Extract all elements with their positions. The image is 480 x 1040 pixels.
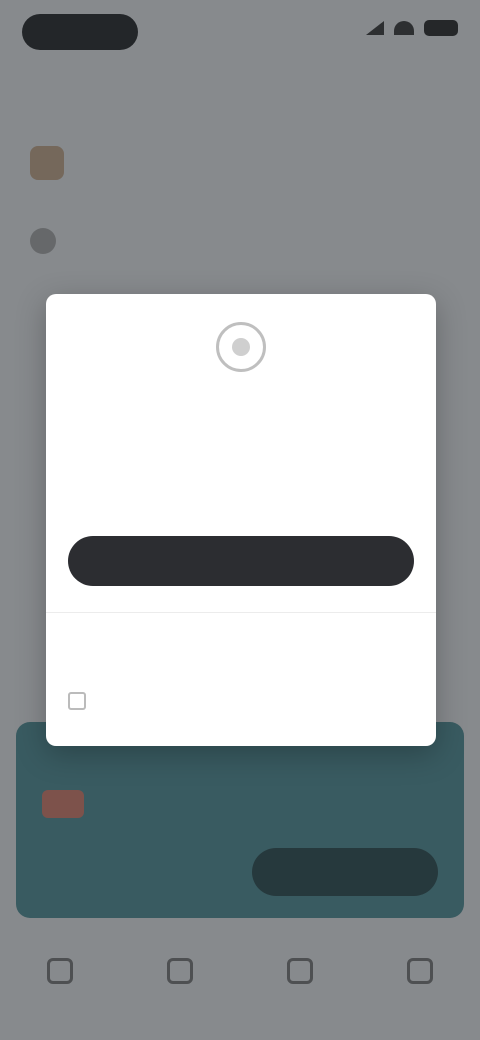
- divider: [46, 612, 436, 613]
- checkbox[interactable]: [68, 692, 86, 710]
- primary-button[interactable]: [68, 536, 414, 586]
- dialog: [46, 294, 436, 746]
- dont-show-again-option[interactable]: [68, 692, 96, 710]
- info-icon: [216, 322, 266, 372]
- secondary-button[interactable]: [46, 618, 436, 662]
